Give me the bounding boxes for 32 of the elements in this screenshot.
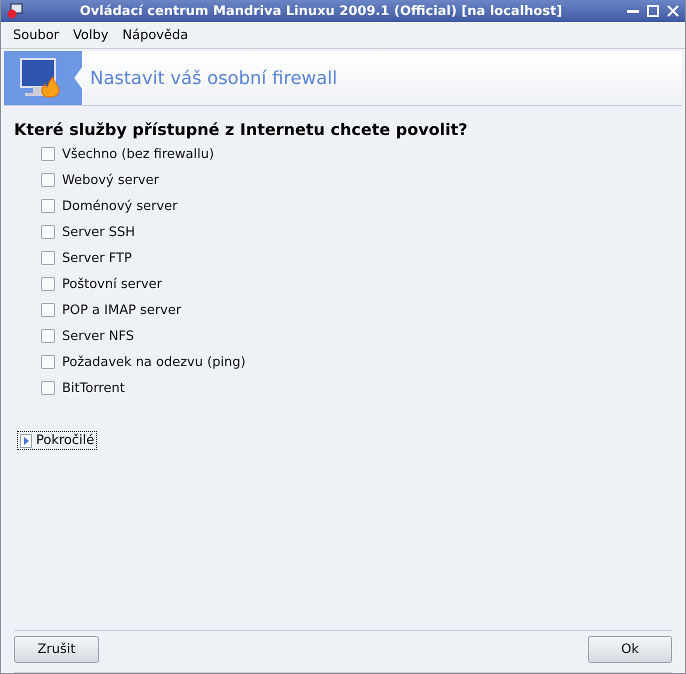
checkbox[interactable] xyxy=(41,147,55,161)
menu-item[interactable]: Volby xyxy=(73,28,108,42)
checkbox[interactable] xyxy=(41,355,55,369)
checkbox-label[interactable]: Poštovní server xyxy=(62,276,162,292)
checkbox[interactable] xyxy=(41,173,55,187)
app-icon xyxy=(7,3,23,19)
advanced-expander[interactable]: Pokročilé xyxy=(17,431,98,450)
checkbox-label[interactable]: Doménový server xyxy=(62,198,178,214)
checkbox[interactable] xyxy=(41,251,55,265)
checkbox[interactable] xyxy=(41,277,55,291)
checkbox-label[interactable]: Server SSH xyxy=(62,224,136,240)
checkbox[interactable] xyxy=(41,225,55,239)
ok-button[interactable]: Ok xyxy=(588,636,672,663)
menu-item[interactable]: Nápověda xyxy=(122,28,188,42)
menu-item[interactable]: Soubor xyxy=(13,28,59,42)
checkbox[interactable] xyxy=(41,303,55,317)
cancel-button[interactable]: Zrušit xyxy=(14,636,99,663)
checkbox[interactable] xyxy=(41,381,55,395)
checkbox[interactable] xyxy=(41,329,55,343)
checkbox[interactable] xyxy=(41,199,55,213)
maximize-icon[interactable] xyxy=(647,5,659,17)
page-title: Nastavit váš osobní firewall xyxy=(89,66,338,90)
checkbox-label[interactable]: Všechno (bez firewallu) xyxy=(62,146,214,162)
close-icon[interactable] xyxy=(667,5,679,17)
checkbox-label[interactable]: Webový server xyxy=(62,172,159,188)
checkbox-label[interactable]: POP a IMAP server xyxy=(62,302,182,318)
checkbox-label[interactable]: Požadavek na odezvu (ping) xyxy=(62,354,246,370)
checkbox-label[interactable]: Server FTP xyxy=(62,250,132,266)
question-text: Které služby přístupné z Internetu chcete povolit? xyxy=(14,120,469,139)
window-title: Ovládací centrum Mandriva Linuxu 2009.1 (Official) [na localhost] xyxy=(78,4,564,18)
checkbox-label[interactable]: BitTorrent xyxy=(62,380,125,396)
checkbox-label[interactable]: Server NFS xyxy=(62,328,134,344)
